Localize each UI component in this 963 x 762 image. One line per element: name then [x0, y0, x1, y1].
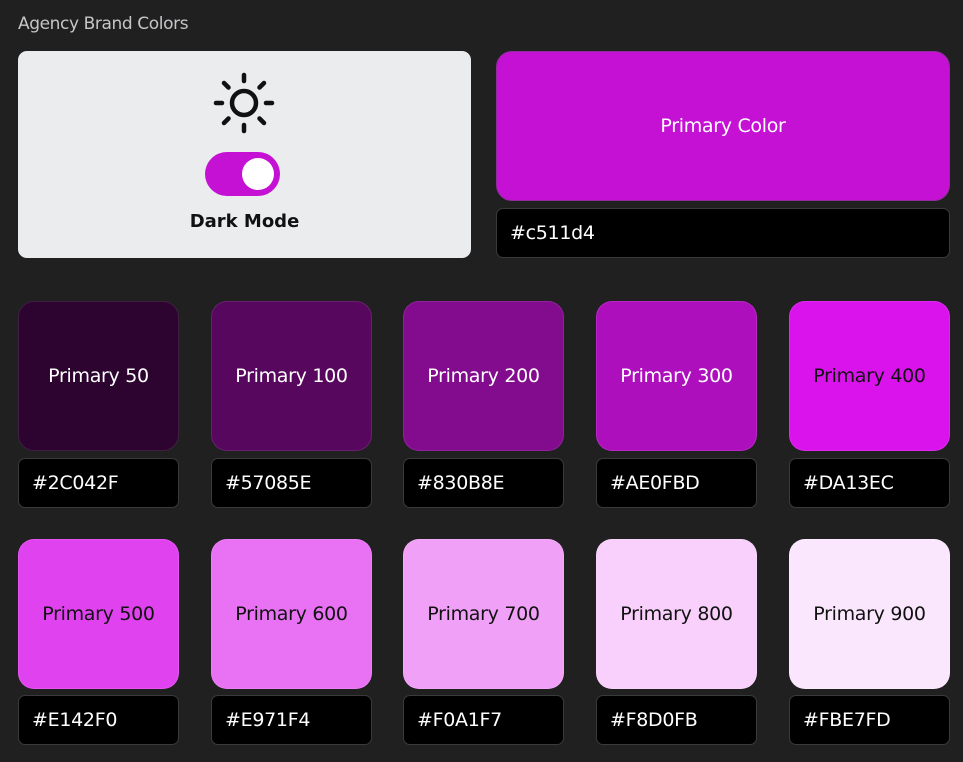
sun-icon — [213, 72, 275, 134]
shade-swatch[interactable]: Primary 300 — [596, 301, 757, 451]
shade-hex-field[interactable]: #DA13EC — [789, 458, 950, 508]
shade-label: Primary 500 — [42, 603, 155, 625]
shade-swatch[interactable]: Primary 200 — [403, 301, 564, 451]
shade-label: Primary 900 — [813, 603, 926, 625]
shade-label: Primary 700 — [427, 603, 540, 625]
shade-label: Primary 200 — [427, 365, 540, 387]
shade-swatch[interactable]: Primary 50 — [18, 301, 179, 451]
toggle-knob — [242, 158, 274, 190]
shade-label: Primary 600 — [235, 603, 348, 625]
page-title: Agency Brand Colors — [18, 14, 189, 34]
shade-swatch[interactable]: Primary 100 — [211, 301, 372, 451]
shade-swatch[interactable]: Primary 800 — [596, 539, 757, 689]
shade-label: Primary 800 — [620, 603, 733, 625]
shade-hex-field[interactable]: #F8D0FB — [596, 695, 757, 745]
shade-hex-field[interactable]: #F0A1F7 — [403, 695, 564, 745]
shade-label: Primary 50 — [48, 365, 149, 387]
primary-hex-field[interactable]: #c511d4 — [496, 208, 950, 258]
shade-hex-field[interactable]: #57085E — [211, 458, 372, 508]
shade-hex-field[interactable]: #FBE7FD — [789, 695, 950, 745]
shade-hex-field[interactable]: #E142F0 — [18, 695, 179, 745]
primary-color-swatch[interactable]: Primary Color — [496, 51, 950, 201]
dark-mode-label: Dark Mode — [189, 211, 300, 232]
shade-hex-field[interactable]: #AE0FBD — [596, 458, 757, 508]
shade-hex-field[interactable]: #E971F4 — [211, 695, 372, 745]
shade-swatch[interactable]: Primary 400 — [789, 301, 950, 451]
shade-hex-field[interactable]: #2C042F — [18, 458, 179, 508]
shade-swatch[interactable]: Primary 600 — [211, 539, 372, 689]
shade-swatch[interactable]: Primary 900 — [789, 539, 950, 689]
shade-hex-field[interactable]: #830B8E — [403, 458, 564, 508]
primary-color-label: Primary Color — [660, 115, 786, 137]
shade-swatch[interactable]: Primary 700 — [403, 539, 564, 689]
shade-swatch[interactable]: Primary 500 — [18, 539, 179, 689]
shade-label: Primary 300 — [620, 365, 733, 387]
shade-label: Primary 400 — [813, 365, 926, 387]
dark-mode-toggle[interactable] — [205, 152, 280, 196]
shade-label: Primary 100 — [235, 365, 348, 387]
